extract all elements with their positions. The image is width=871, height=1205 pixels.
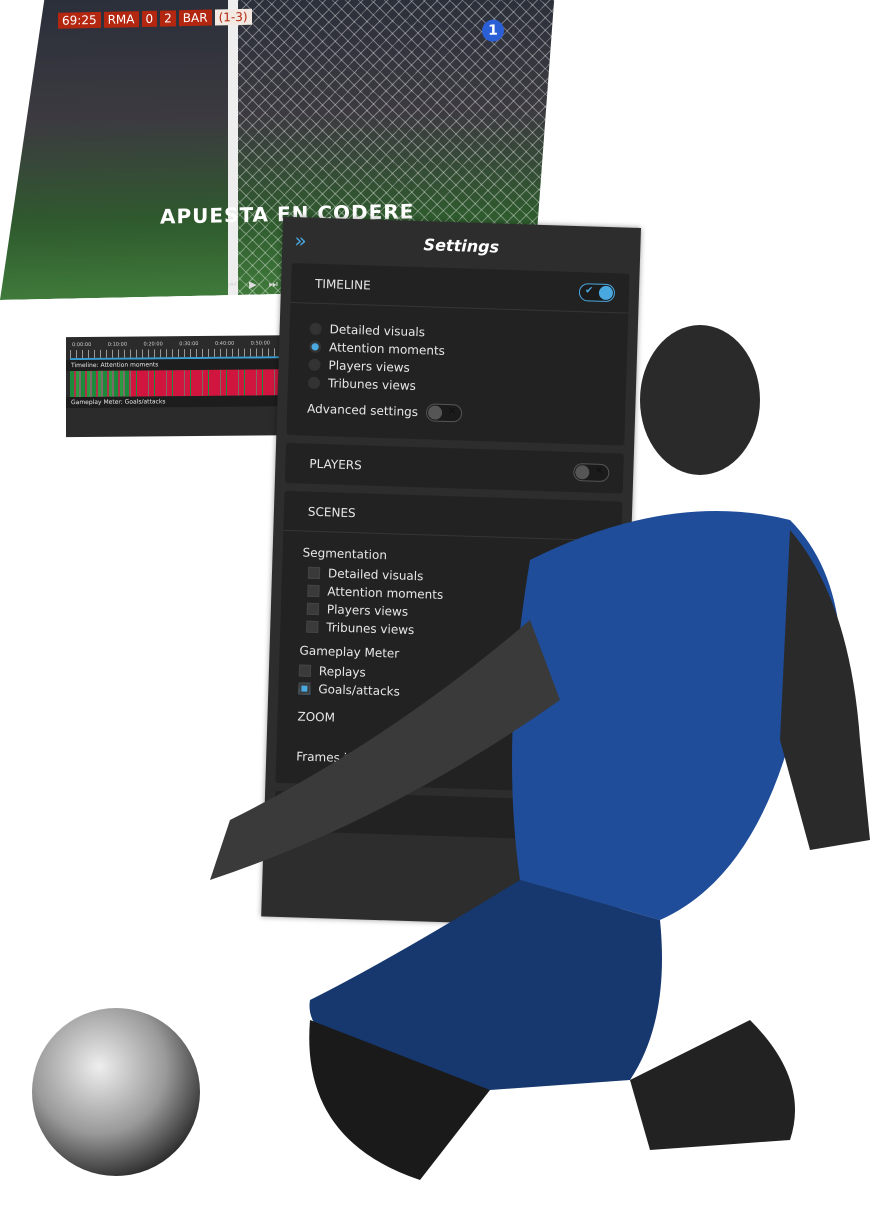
option-label: Detailed visuals — [329, 322, 426, 340]
scoreboard: 69:25 RMA 0 2 BAR (1-3) — [58, 9, 252, 29]
option-label: Replays — [318, 664, 366, 680]
zoom-label: ZOOM — [297, 709, 336, 725]
option-label: Tribunes views — [327, 376, 417, 394]
away-score: 2 — [160, 10, 176, 26]
home-team: RMA — [104, 11, 139, 28]
soccer-ball-image — [32, 1008, 200, 1176]
tick-label: 0:00:00 — [72, 341, 92, 349]
timeline-section: TIMELINE ✔ Detailed visuals Attention mo… — [286, 263, 630, 446]
advanced-settings-label: Advanced settings — [306, 401, 419, 420]
players-section: PLAYERS ✕ — [284, 442, 624, 494]
advanced-settings-toggle[interactable]: ✕ — [425, 403, 463, 423]
prev-icon[interactable]: ⏮ — [228, 280, 237, 291]
play-icon[interactable]: ▶ — [249, 280, 257, 291]
option-label: Detailed visuals — [327, 566, 424, 584]
option-label: Players views — [326, 602, 409, 619]
scenes-section: SCENES Segmentation Detailed visuals Att… — [275, 490, 623, 794]
tick-label: 0:20:00 — [143, 341, 163, 348]
option-label: Attention moments — [327, 584, 444, 602]
settings-title: Settings — [423, 234, 500, 257]
next-icon[interactable]: ⏭ — [269, 279, 278, 290]
gameplay-meter-label: Gameplay Meter — [299, 643, 400, 661]
section-label: SCENES — [307, 504, 356, 520]
tick-label: 0:30:00 — [179, 341, 199, 348]
segmentation-label: Segmentation — [302, 545, 388, 563]
option-label: Players views — [328, 358, 411, 375]
away-team: BAR — [179, 10, 212, 27]
match-clock: 69:25 — [58, 12, 101, 29]
editor-section: EDITOR — [273, 790, 613, 842]
timeline-toggle[interactable]: ✔ — [578, 282, 616, 302]
settings-panel: » Settings TIMELINE ✔ Detailed visuals A… — [261, 216, 641, 928]
section-label: EDITOR — [298, 804, 345, 820]
option-label: Goals/attacks — [318, 682, 401, 699]
option-label: Attention moments — [328, 340, 446, 358]
players-toggle[interactable]: ✕ — [573, 462, 610, 483]
tick-label: 0:40:00 — [214, 340, 235, 347]
frames-label: Frames in — [296, 749, 355, 766]
tick-label: 0:10:00 — [107, 341, 128, 348]
aggregate-score: (1-3) — [215, 9, 252, 26]
home-score: 0 — [142, 11, 158, 27]
goal-post-image — [228, 0, 238, 295]
tick-label: 0:50:00 — [250, 340, 270, 347]
section-label: TIMELINE — [314, 276, 371, 293]
section-label: PLAYERS — [309, 456, 362, 473]
collapse-chevron-icon[interactable]: » — [294, 228, 307, 252]
option-label: Tribunes views — [326, 620, 415, 638]
